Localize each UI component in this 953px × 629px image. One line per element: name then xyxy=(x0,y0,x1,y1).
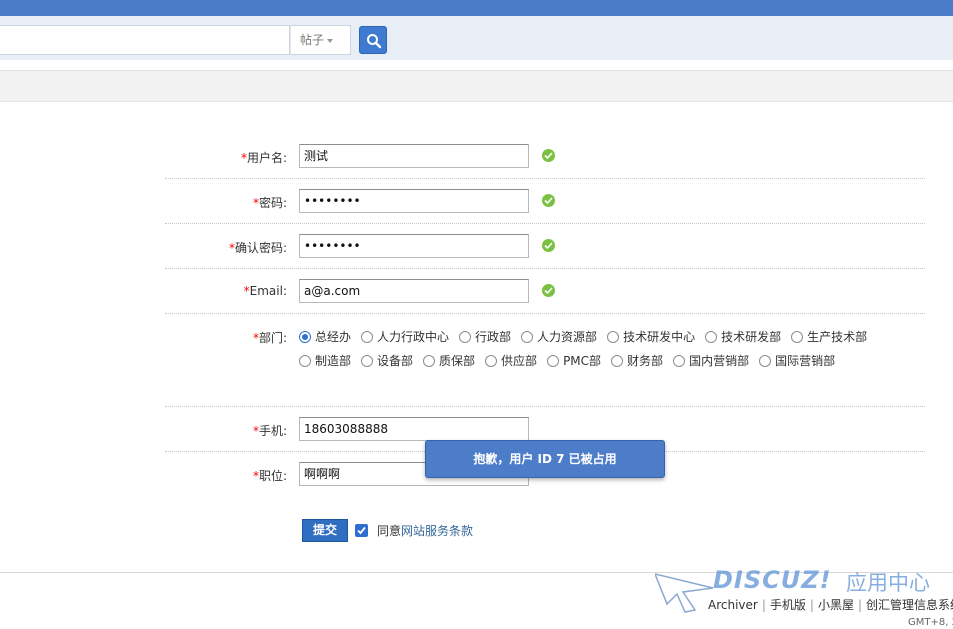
department-option-label: 国内营销部 xyxy=(689,354,750,368)
department-option[interactable]: 总经办 xyxy=(299,325,351,349)
department-option[interactable]: 国内营销部 xyxy=(673,349,749,373)
top-nav-bar xyxy=(0,0,953,16)
email-row: *Email: a@a.com xyxy=(165,269,925,314)
radio-button[interactable] xyxy=(607,331,620,343)
radio-button[interactable] xyxy=(423,355,436,367)
department-option-label: 财务部 xyxy=(627,354,664,368)
search-button[interactable] xyxy=(359,26,387,54)
submit-button[interactable]: 提交 xyxy=(302,519,348,542)
radio-button[interactable] xyxy=(759,355,772,367)
department-option[interactable]: 财务部 xyxy=(611,349,663,373)
footer-link-archiver[interactable]: Archiver xyxy=(708,598,758,612)
radio-button[interactable] xyxy=(791,331,804,343)
phone-field[interactable]: 18603088888 xyxy=(299,417,529,441)
logo-cn: 应用中心 xyxy=(846,571,930,595)
terms-link[interactable]: 网站服务条款 xyxy=(401,524,473,538)
radio-button[interactable] xyxy=(673,355,686,367)
radio-button[interactable] xyxy=(485,355,498,367)
logo-text: DISCUZ! xyxy=(713,566,832,594)
department-option[interactable]: 制造部 xyxy=(299,349,351,373)
footer-link-system[interactable]: 创汇管理信息系统 xyxy=(866,598,953,612)
password-field[interactable]: •••••••• xyxy=(299,189,529,213)
department-option[interactable]: 供应部 xyxy=(485,349,537,373)
radio-button[interactable] xyxy=(299,331,311,343)
radio-button[interactable] xyxy=(521,331,534,343)
department-option-label: 生产技术部 xyxy=(807,330,868,344)
department-option[interactable]: 生产技术部 xyxy=(791,325,867,349)
department-option[interactable]: 质保部 xyxy=(423,349,475,373)
department-option-label: 设备部 xyxy=(377,354,414,368)
department-option-label: 供应部 xyxy=(501,354,538,368)
radio-button[interactable] xyxy=(361,331,374,343)
department-option[interactable]: 设备部 xyxy=(361,349,413,373)
search-icon xyxy=(367,34,382,49)
check-icon xyxy=(542,284,555,297)
department-option-label: 技术研发中心 xyxy=(623,330,696,344)
password-label: *密码: xyxy=(252,196,287,210)
footer-link-mobile[interactable]: 手机版 xyxy=(770,598,806,612)
department-option-label: 总经办 xyxy=(315,330,352,344)
department-option[interactable]: 行政部 xyxy=(459,325,511,349)
department-option[interactable]: 技术研发中心 xyxy=(607,325,695,349)
department-option-label: PMC部 xyxy=(563,354,602,368)
username-row: *用户名: 测试 xyxy=(165,134,925,179)
radio-button[interactable] xyxy=(361,355,374,367)
username-field[interactable]: 测试 xyxy=(299,144,529,168)
radio-button[interactable] xyxy=(459,331,472,343)
radio-button[interactable] xyxy=(705,331,718,343)
confirm-password-field[interactable]: •••••••• xyxy=(299,234,529,258)
department-label: *部门: xyxy=(252,331,287,345)
phone-label: *手机: xyxy=(252,424,287,438)
search-type-label: 帖子 xyxy=(300,33,325,47)
search-input[interactable] xyxy=(0,25,290,55)
check-icon xyxy=(542,149,555,162)
department-option[interactable]: 人力资源部 xyxy=(521,325,597,349)
agree-checkbox[interactable] xyxy=(355,524,368,537)
footer-links: Archiver | 手机版 | 小黑屋 | 创汇管理信息系统 xyxy=(708,596,953,613)
check-icon xyxy=(542,239,555,252)
department-option[interactable]: 技术研发部 xyxy=(705,325,781,349)
radio-button[interactable] xyxy=(611,355,624,367)
department-option-label: 制造部 xyxy=(315,354,352,368)
search-type-dropdown[interactable]: 帖子 xyxy=(290,25,351,55)
department-option-label: 人力资源部 xyxy=(537,330,598,344)
department-option-label: 国际营销部 xyxy=(775,354,836,368)
email-field[interactable]: a@a.com xyxy=(299,279,529,303)
footer-timezone: GMT+8, 2 xyxy=(908,617,953,628)
check-icon xyxy=(542,194,555,207)
password-row: *密码: •••••••• xyxy=(165,179,925,224)
confirm-password-label: *确认密码: xyxy=(228,241,287,255)
radio-button[interactable] xyxy=(547,355,560,367)
radio-button[interactable] xyxy=(299,355,311,367)
breadcrumb-bar xyxy=(0,70,953,102)
checkmark-icon xyxy=(357,526,366,535)
email-label: *Email: xyxy=(243,284,287,298)
department-option[interactable]: 国际营销部 xyxy=(759,349,835,373)
department-options: 总经办 人力行政中心 行政部 人力资源部 技术研发中心 技术研发部 生产技术部制造部 设备部 质… xyxy=(299,325,924,373)
agree-text: 同意网站服务条款 xyxy=(377,524,474,538)
department-option-label: 技术研发部 xyxy=(721,330,782,344)
chevron-down-icon xyxy=(327,38,334,43)
search-bar: 帖子 xyxy=(0,16,953,60)
department-option-label: 人力行政中心 xyxy=(377,330,450,344)
department-option-label: 行政部 xyxy=(475,330,512,344)
footer-link-blackroom[interactable]: 小黑屋 xyxy=(818,598,854,612)
department-option[interactable]: 人力行政中心 xyxy=(361,325,449,349)
department-option[interactable]: PMC部 xyxy=(547,349,601,373)
confirm-password-row: *确认密码: •••••••• xyxy=(165,224,925,269)
position-label: *职位: xyxy=(252,469,287,483)
error-toast: 抱歉，用户 ID 7 已被占用 xyxy=(425,440,665,478)
username-label: *用户名: xyxy=(240,151,287,165)
department-option-label: 质保部 xyxy=(439,354,476,368)
